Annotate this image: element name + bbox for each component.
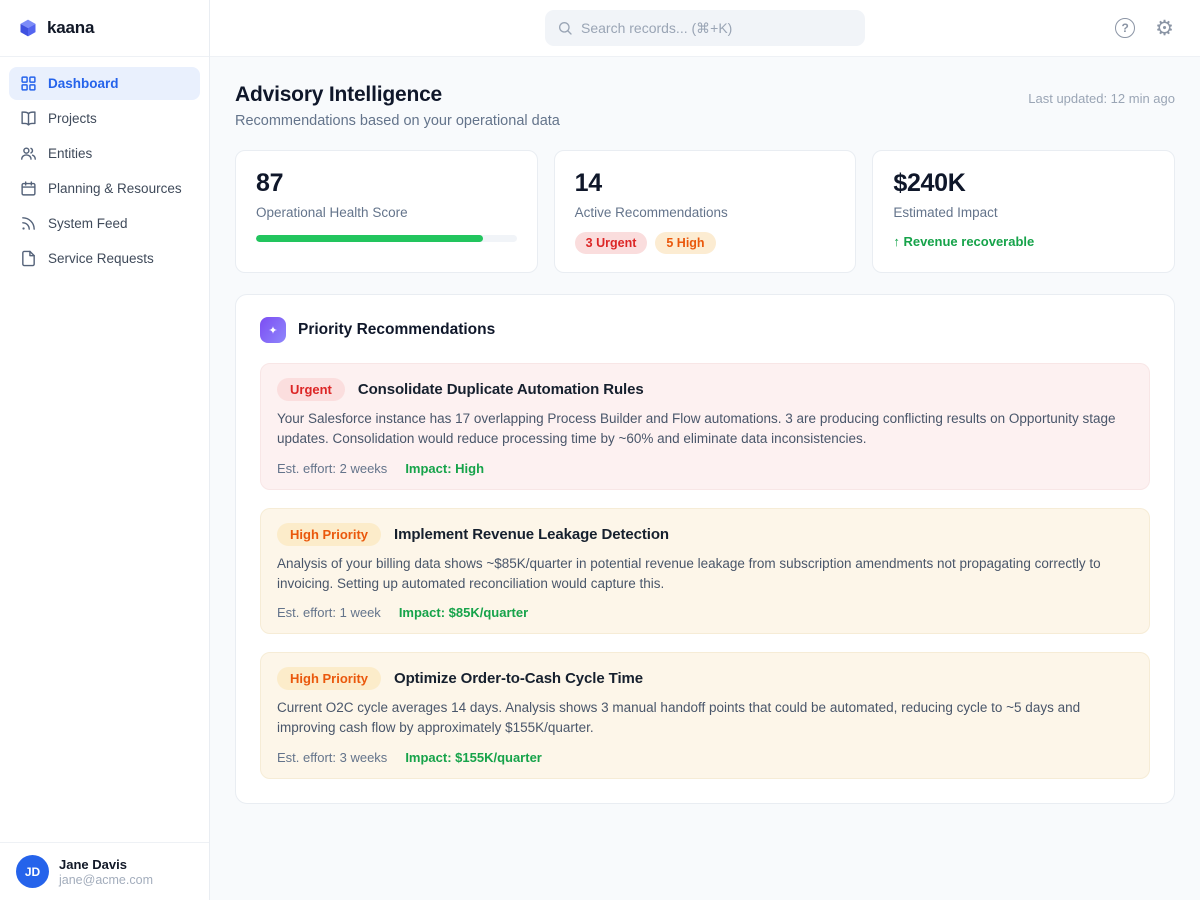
- sidebar-item-label: System Feed: [48, 216, 128, 231]
- sidebar: kaana Dashboard Projects Entities Planni…: [0, 0, 210, 900]
- brand-cube-icon: [18, 18, 38, 38]
- recommendation-title: Implement Revenue Leakage Detection: [394, 526, 669, 543]
- rss-icon: [20, 215, 37, 232]
- recommendation-description: Current O2C cycle averages 14 days. Anal…: [277, 698, 1133, 739]
- health-progress-track: [256, 235, 517, 242]
- high-count-badge: 5 High: [655, 232, 715, 254]
- recommendation-card[interactable]: Urgent Consolidate Duplicate Automation …: [260, 363, 1150, 490]
- effort-estimate: Est. effort: 1 week: [277, 605, 381, 620]
- sidebar-item-service-requests[interactable]: Service Requests: [9, 242, 200, 275]
- page-title: Advisory Intelligence: [235, 83, 560, 107]
- user-email: jane@acme.com: [59, 873, 153, 887]
- sidebar-nav: Dashboard Projects Entities Planning & R…: [0, 57, 209, 842]
- calendar-icon: [20, 180, 37, 197]
- sidebar-item-planning-resources[interactable]: Planning & Resources: [9, 172, 200, 205]
- severity-badge: High Priority: [277, 523, 381, 546]
- stat-card-health-score: 87 Operational Health Score: [235, 150, 538, 273]
- user-name: Jane Davis: [59, 857, 153, 872]
- stat-card-estimated-impact: $240K Estimated Impact ↑ Revenue recover…: [872, 150, 1175, 273]
- severity-badge: High Priority: [277, 667, 381, 690]
- brand-name: kaana: [47, 18, 94, 38]
- sidebar-item-label: Planning & Resources: [48, 181, 182, 196]
- effort-estimate: Est. effort: 2 weeks: [277, 461, 387, 476]
- sidebar-item-system-feed[interactable]: System Feed: [9, 207, 200, 240]
- sidebar-item-projects[interactable]: Projects: [9, 102, 200, 135]
- sidebar-item-label: Entities: [48, 146, 92, 161]
- recommendation-description: Your Salesforce instance has 17 overlapp…: [277, 409, 1133, 450]
- grid-icon: [20, 75, 37, 92]
- file-icon: [20, 250, 37, 267]
- stat-value: 14: [575, 169, 836, 198]
- effort-estimate: Est. effort: 3 weeks: [277, 750, 387, 765]
- user-profile[interactable]: JD Jane Davis jane@acme.com: [0, 842, 209, 900]
- impact-estimate: Impact: $85K/quarter: [399, 605, 528, 620]
- panel-header: ✦ Priority Recommendations: [260, 317, 1150, 343]
- book-icon: [20, 110, 37, 127]
- sidebar-item-label: Service Requests: [48, 251, 154, 266]
- urgent-count-badge: 3 Urgent: [575, 232, 648, 254]
- impact-estimate: Impact: $155K/quarter: [405, 750, 542, 765]
- stat-label: Estimated Impact: [893, 205, 1154, 220]
- priority-recommendations-panel: ✦ Priority Recommendations Urgent Consol…: [235, 294, 1175, 804]
- recommendation-title: Consolidate Duplicate Automation Rules: [358, 381, 644, 398]
- panel-title: Priority Recommendations: [298, 321, 495, 339]
- stat-value: $240K: [893, 169, 1154, 198]
- main-column: ? ⚙ Advisory Intelligence Recommendation…: [210, 0, 1200, 900]
- stat-card-active-recommendations: 14 Active Recommendations 3 Urgent 5 Hig…: [554, 150, 857, 273]
- sidebar-item-label: Projects: [48, 111, 97, 126]
- recommendation-title: Optimize Order-to-Cash Cycle Time: [394, 670, 643, 687]
- stat-value: 87: [256, 169, 517, 198]
- sparkle-icon: ✦: [260, 317, 286, 343]
- recommendation-card[interactable]: High Priority Optimize Order-to-Cash Cyc…: [260, 652, 1150, 779]
- users-icon: [20, 145, 37, 162]
- search-box[interactable]: [545, 10, 865, 46]
- stat-label: Operational Health Score: [256, 205, 517, 220]
- topbar: ? ⚙: [210, 0, 1200, 57]
- search-icon: [557, 20, 573, 36]
- page-subtitle: Recommendations based on your operationa…: [235, 113, 560, 129]
- page-header: Advisory Intelligence Recommendations ba…: [235, 83, 1175, 129]
- avatar: JD: [16, 855, 49, 888]
- gear-icon[interactable]: ⚙: [1155, 18, 1174, 39]
- severity-badge: Urgent: [277, 378, 345, 401]
- search-input[interactable]: [581, 20, 853, 36]
- last-updated: Last updated: 12 min ago: [1028, 91, 1175, 106]
- revenue-recoverable-note: ↑ Revenue recoverable: [893, 234, 1154, 249]
- recommendation-description: Analysis of your billing data shows ~$85…: [277, 554, 1133, 595]
- sidebar-item-label: Dashboard: [48, 76, 119, 91]
- brand: kaana: [0, 0, 209, 57]
- impact-estimate: Impact: High: [405, 461, 484, 476]
- stats-row: 87 Operational Health Score 14 Active Re…: [235, 150, 1175, 273]
- help-icon[interactable]: ?: [1115, 18, 1135, 38]
- content-area: Advisory Intelligence Recommendations ba…: [210, 57, 1200, 900]
- health-progress-fill: [256, 235, 483, 242]
- recommendation-card[interactable]: High Priority Implement Revenue Leakage …: [260, 508, 1150, 635]
- sidebar-item-entities[interactable]: Entities: [9, 137, 200, 170]
- sidebar-item-dashboard[interactable]: Dashboard: [9, 67, 200, 100]
- stat-label: Active Recommendations: [575, 205, 836, 220]
